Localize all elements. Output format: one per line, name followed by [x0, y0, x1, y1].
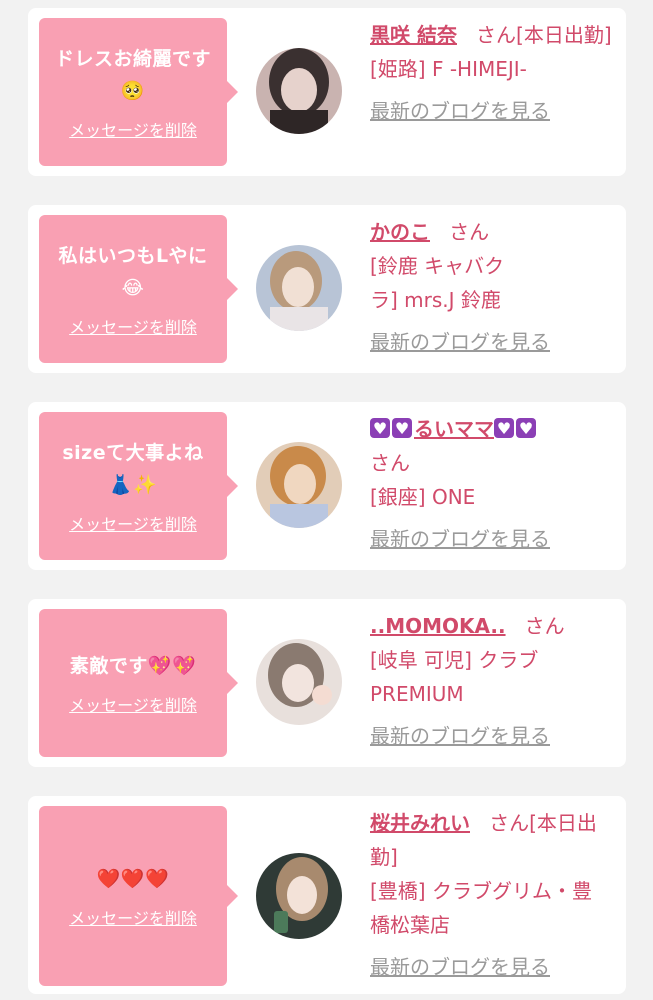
- latest-blog-link[interactable]: 最新のブログを見る: [370, 719, 618, 753]
- message-bubble: ドレスお綺麗です 🥺 メッセージを削除: [39, 18, 238, 166]
- latest-blog-link[interactable]: 最新のブログを見る: [370, 522, 618, 556]
- message-text: ❤️❤️❤️: [96, 868, 170, 890]
- purple-heart-icon: [370, 412, 390, 446]
- shop-info: [銀座] ONE: [370, 485, 476, 509]
- sender-info: ..MOMOKA.. さん [岐阜 可児] クラブPREMIUM 最新のブログを…: [370, 609, 618, 753]
- sender-name-link[interactable]: ..MOMOKA..: [370, 614, 506, 638]
- message-bubble: 私はいつもLやに 😂 メッセージを削除: [39, 215, 238, 363]
- avatar[interactable]: [256, 48, 342, 134]
- shop-info: [豊橋] クラブグリム・豊橋松葉店: [370, 879, 592, 937]
- delete-message-link[interactable]: メッセージを削除: [69, 314, 197, 338]
- delete-message-link[interactable]: メッセージを削除: [69, 117, 197, 141]
- message-text: sizeて大事よね 👗✨: [62, 442, 204, 496]
- delete-message-link[interactable]: メッセージを削除: [69, 511, 197, 535]
- sender-name-link[interactable]: るいママ: [370, 412, 538, 446]
- sender-info: かのこ さん [鈴鹿 キャバクラ] mrs.J 鈴鹿 最新のブログを見る: [370, 215, 618, 359]
- message-card: sizeて大事よね 👗✨ メッセージを削除 るいママ さん [銀座] ONE 最…: [28, 402, 626, 570]
- latest-blog-link[interactable]: 最新のブログを見る: [370, 94, 618, 128]
- shop-info: [鈴鹿 キャバクラ] mrs.J 鈴鹿: [370, 254, 505, 312]
- message-bubble: sizeて大事よね 👗✨ メッセージを削除: [39, 412, 238, 560]
- delete-message-link[interactable]: メッセージを削除: [69, 692, 197, 716]
- message-bubble: 素敵です💖💖 メッセージを削除: [39, 609, 238, 757]
- sender-info: るいママ さん [銀座] ONE 最新のブログを見る: [370, 412, 618, 556]
- shop-info: [姫路] F -HIMEJI-: [370, 57, 527, 81]
- sender-name-link[interactable]: 桜井みれい: [370, 811, 470, 835]
- sender-suffix: さん: [449, 220, 490, 244]
- message-card: 私はいつもLやに 😂 メッセージを削除 かのこ さん [鈴鹿 キャバクラ] mr…: [28, 205, 626, 373]
- message-list: ドレスお綺麗です 🥺 メッセージを削除 黒咲 結奈 さん[本日出勤] [姫路] …: [0, 0, 653, 1000]
- avatar[interactable]: [256, 639, 342, 725]
- sender-name-link[interactable]: かのこ: [370, 220, 430, 244]
- message-bubble: ❤️❤️❤️ メッセージを削除: [39, 806, 238, 986]
- message-card: ❤️❤️❤️ メッセージを削除 桜井みれい さん[本日出勤] [豊橋] クラブグ…: [28, 796, 626, 994]
- message-card: ドレスお綺麗です 🥺 メッセージを削除 黒咲 結奈 さん[本日出勤] [姫路] …: [28, 8, 626, 176]
- sender-info: 黒咲 結奈 さん[本日出勤] [姫路] F -HIMEJI- 最新のブログを見る: [370, 18, 618, 128]
- message-card: 素敵です💖💖 メッセージを削除 ..MOMOKA.. さん [岐阜 可児] クラ…: [28, 599, 626, 767]
- purple-heart-icon: [392, 412, 412, 446]
- latest-blog-link[interactable]: 最新のブログを見る: [370, 325, 618, 359]
- delete-message-link[interactable]: メッセージを削除: [69, 905, 197, 929]
- message-text: 素敵です💖💖: [69, 655, 197, 677]
- sender-info: 桜井みれい さん[本日出勤] [豊橋] クラブグリム・豊橋松葉店 最新のブログを…: [370, 806, 618, 984]
- message-text: ドレスお綺麗です 🥺: [54, 48, 211, 102]
- purple-heart-icon: [494, 412, 514, 446]
- sender-suffix: さん: [370, 451, 410, 475]
- sender-suffix: さん: [524, 614, 565, 638]
- message-text: 私はいつもLやに 😂: [58, 245, 208, 299]
- shop-info: [岐阜 可児] クラブPREMIUM: [370, 648, 539, 706]
- avatar[interactable]: [256, 853, 342, 939]
- purple-heart-icon: [516, 412, 536, 446]
- avatar[interactable]: [256, 245, 342, 331]
- avatar[interactable]: [256, 442, 342, 528]
- sender-suffix: さん[本日出勤]: [476, 23, 612, 47]
- latest-blog-link[interactable]: 最新のブログを見る: [370, 950, 618, 984]
- sender-name-link[interactable]: 黒咲 結奈: [370, 23, 457, 47]
